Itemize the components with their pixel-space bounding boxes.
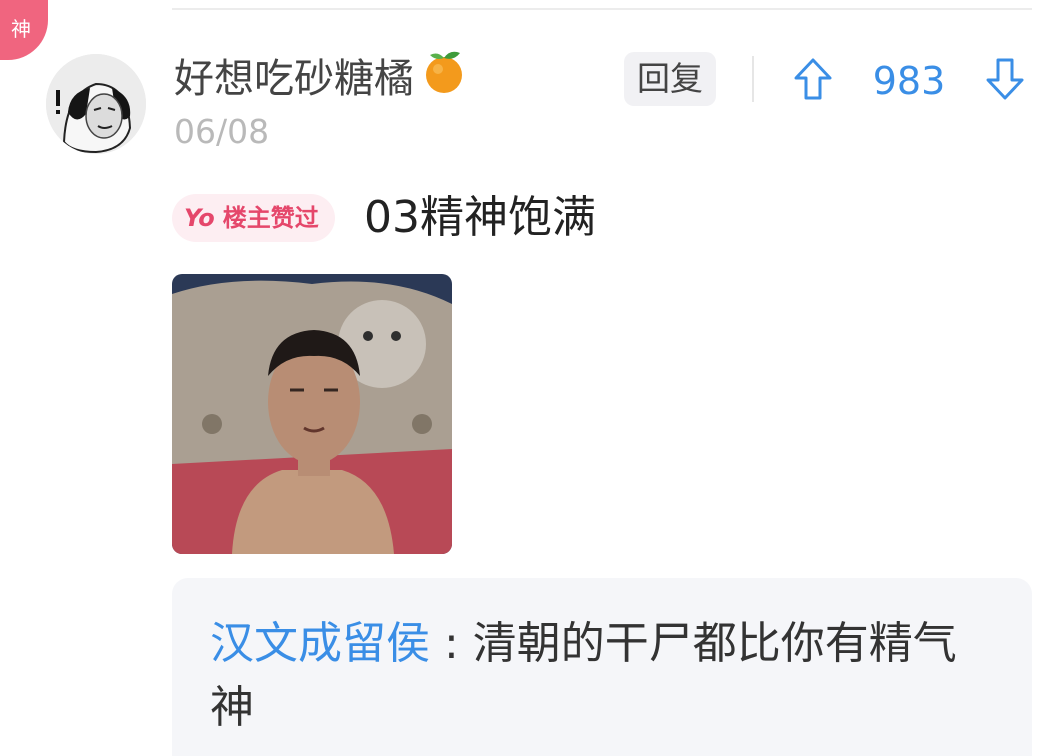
post-date: 06/08 xyxy=(174,112,270,151)
username[interactable]: 好想吃砂糖橘 xyxy=(174,51,468,104)
op-liked-yo: Yo xyxy=(184,204,215,232)
username-text: 好想吃砂糖橘 xyxy=(174,56,414,102)
top-divider xyxy=(172,8,1032,10)
reply-preview-box[interactable]: 汉文成留侯 : 清朝的干尸都比你有精气神 xyxy=(172,578,1032,756)
reply-button[interactable]: 回复 xyxy=(624,52,716,106)
comment-page: 神 好想吃砂糖橘 06/08 回复 983 Yo 楼主赞过 03精神饱满 汉文成… xyxy=(0,0,1064,756)
vote-divider xyxy=(752,56,754,102)
downvote-icon[interactable] xyxy=(984,56,1026,102)
god-badge-label: 神 xyxy=(11,17,31,41)
upvote-icon[interactable] xyxy=(792,56,834,102)
op-liked-badge: Yo 楼主赞过 xyxy=(172,194,335,242)
avatar[interactable] xyxy=(46,54,146,154)
comment-text: 03精神饱满 xyxy=(364,192,596,243)
tangerine-icon xyxy=(420,47,468,107)
comment-image[interactable] xyxy=(172,274,452,554)
god-comment-badge: 神 xyxy=(0,0,48,60)
vote-count: 983 xyxy=(872,59,946,103)
reply-separator: : xyxy=(430,618,473,669)
reply-author[interactable]: 汉文成留侯 xyxy=(210,618,430,669)
op-liked-text: 楼主赞过 xyxy=(222,204,319,232)
